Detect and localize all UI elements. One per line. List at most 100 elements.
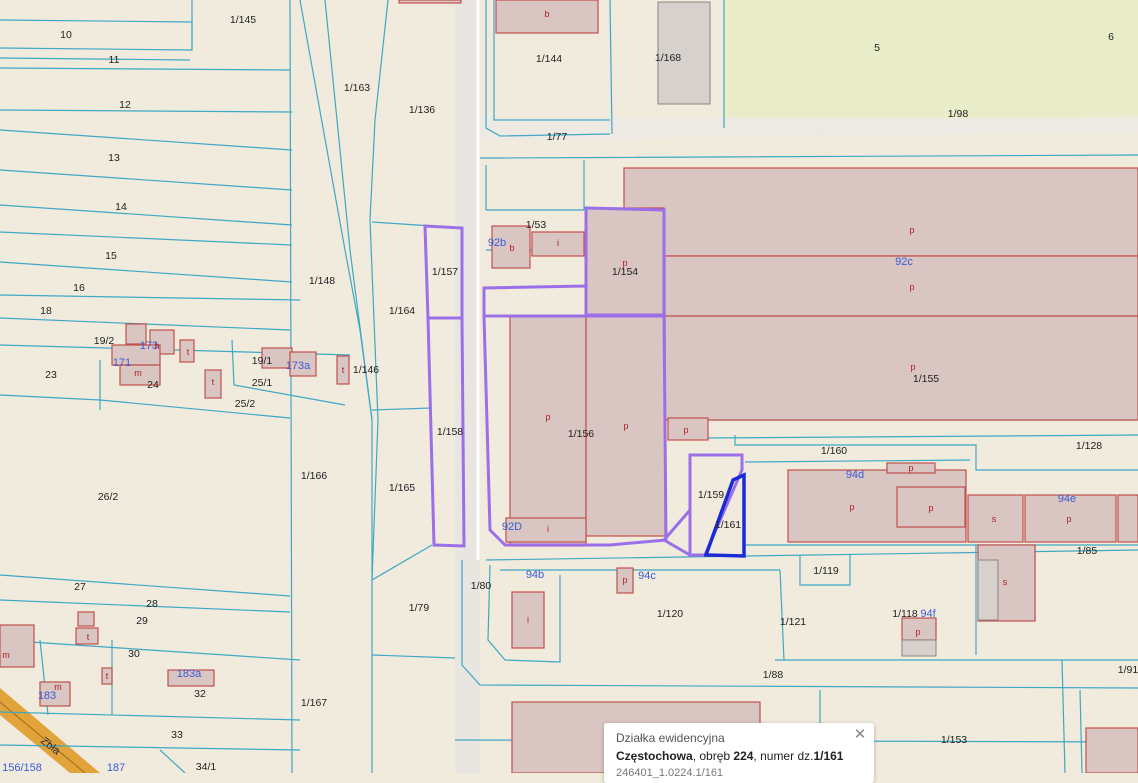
building-code: s	[992, 514, 997, 524]
parcel-label-1-118: 1/118	[892, 608, 918, 620]
parcel-label-1-157: 1/157	[432, 266, 458, 278]
address-label-183a: 183a	[177, 668, 202, 680]
parcel-label-19-1: 19/1	[252, 355, 273, 367]
parcel-label-1-166: 1/166	[301, 470, 327, 482]
building-code: i	[557, 238, 559, 248]
parcel-label-1-120: 1/120	[657, 608, 683, 620]
parcel-label-29: 29	[136, 615, 148, 627]
building-grey-2	[977, 559, 999, 621]
address-label-187: 187	[107, 762, 125, 773]
building-code: p	[909, 225, 914, 235]
parcel-label-23: 23	[45, 369, 57, 381]
parcel-label-28: 28	[146, 598, 158, 610]
address-label-173a: 173a	[286, 360, 311, 372]
popup-city: Częstochowa	[616, 749, 693, 763]
parcel-label-14: 14	[115, 201, 127, 213]
parcel-label-1-91: 1/91	[1118, 664, 1138, 676]
building-code: p	[910, 362, 915, 372]
building-code: p	[622, 575, 627, 585]
address-label-94d: 94d	[846, 469, 864, 481]
building-code: m	[2, 650, 10, 660]
building-code: p	[915, 627, 920, 637]
address-label-94f: 94f	[920, 608, 936, 620]
parcel-label-1-155: 1/155	[913, 373, 939, 385]
parcel-label-1-121: 1/121	[780, 616, 806, 628]
building-code: p	[622, 258, 627, 268]
parcel-label-1-53: 1/53	[526, 219, 547, 231]
parcel-label-13: 13	[108, 152, 120, 164]
parcel-label-1-136: 1/136	[409, 104, 435, 116]
parcel-label-1-165: 1/165	[389, 482, 415, 494]
building-code: s	[1003, 577, 1008, 587]
popup-text-obreb: , obręb	[692, 749, 734, 763]
address-label-92c: 92c	[895, 256, 913, 268]
parcel-label-30: 30	[128, 648, 140, 660]
parcel-label-27: 27	[74, 581, 86, 593]
parcel-label-25-1: 25/1	[252, 377, 273, 389]
address-label-92d: 92D	[502, 521, 522, 533]
parcel-label-18: 18	[40, 305, 52, 317]
popup-obreb-number: 224	[733, 749, 754, 763]
building-grey-3	[901, 639, 937, 657]
address-label-94c: 94c	[638, 570, 656, 582]
address-label-92b: 92b	[488, 237, 506, 249]
parcel-label-1-144: 1/144	[536, 53, 562, 65]
parcel-label-1-164: 1/164	[389, 305, 415, 317]
popup-text-numer: , numer dz.	[753, 749, 814, 763]
parcel-label-34-1: 34/1	[196, 761, 217, 773]
parcel-label-24: 24	[147, 379, 159, 391]
building-code: h	[154, 341, 159, 351]
building-code: i	[547, 524, 549, 534]
popup-title: Działka ewidencyjna	[616, 731, 725, 745]
address-label-171: 171	[113, 357, 131, 369]
field-area	[724, 0, 1138, 126]
parcel-label-25-2: 25/2	[235, 398, 256, 410]
parcel-info-popup: Działka ewidencyjna ✕ Częstochowa, obręb…	[604, 723, 874, 783]
building-code: p	[683, 425, 688, 435]
parcel-label-1-148: 1/148	[309, 275, 335, 287]
parcel-label-1-145: 1/145	[230, 14, 256, 26]
popup-parcel-description: Częstochowa, obręb 224, numer dz.1/161	[616, 749, 843, 763]
parcel-label-1-85: 1/85	[1077, 545, 1098, 557]
parcel-label-1-160: 1/160	[821, 445, 847, 457]
parcel-label-5: 5	[874, 42, 880, 54]
parcel-label-1-80: 1/80	[471, 580, 492, 592]
popup-parcel-id: 246401_1.0224.1/161	[616, 767, 724, 779]
parcel-label-32: 32	[194, 688, 206, 700]
parcel-label-1-158: 1/158	[437, 426, 463, 438]
building-code: p	[849, 502, 854, 512]
parcel-label-11: 11	[109, 54, 120, 66]
parcel-label-15: 15	[105, 250, 117, 262]
building-code: p	[545, 412, 550, 422]
parcel-label-10: 10	[60, 29, 72, 41]
popup-parcel-number: 1/161	[813, 749, 844, 763]
parcel-label-1-146: 1/146	[353, 364, 379, 376]
cadastral-map[interactable]: 1/145 10 11 12 13 14 15 16 18 19/2 19/1 …	[0, 0, 1138, 773]
building-code: p	[908, 463, 913, 473]
parcel-label-1-167: 1/167	[301, 697, 327, 709]
parcel-label-1-98: 1/98	[948, 108, 969, 120]
building-code: p	[928, 503, 933, 513]
parcel-label-1-163: 1/163	[344, 82, 370, 94]
building-code: m	[134, 368, 142, 378]
address-label-94e: 94e	[1058, 493, 1076, 505]
parcel-label-1-159: 1/159	[698, 489, 724, 501]
address-label-94b: 94b	[526, 569, 544, 581]
building-code: p	[623, 421, 628, 431]
building-code: b	[544, 9, 549, 19]
building-code: m	[54, 682, 62, 692]
parcel-label-1-119: 1/119	[813, 565, 839, 577]
parcel-label-1-79: 1/79	[409, 602, 430, 614]
building-code: p	[909, 282, 914, 292]
address-label-156-158: 156/158	[2, 762, 42, 773]
building-code: b	[509, 243, 514, 253]
building-code: i	[527, 615, 529, 625]
parcel-label-1-153: 1/153	[941, 734, 967, 746]
parcel-label-1-168: 1/168	[655, 52, 681, 64]
parcel-label-1-156: 1/156	[568, 428, 594, 440]
parcel-label-6: 6	[1108, 31, 1114, 43]
close-icon[interactable]: ✕	[852, 727, 868, 743]
parcel-label-1-88: 1/88	[763, 669, 784, 681]
parcel-label-26-2: 26/2	[98, 491, 119, 503]
parcel-label-19-2: 19/2	[94, 335, 115, 347]
